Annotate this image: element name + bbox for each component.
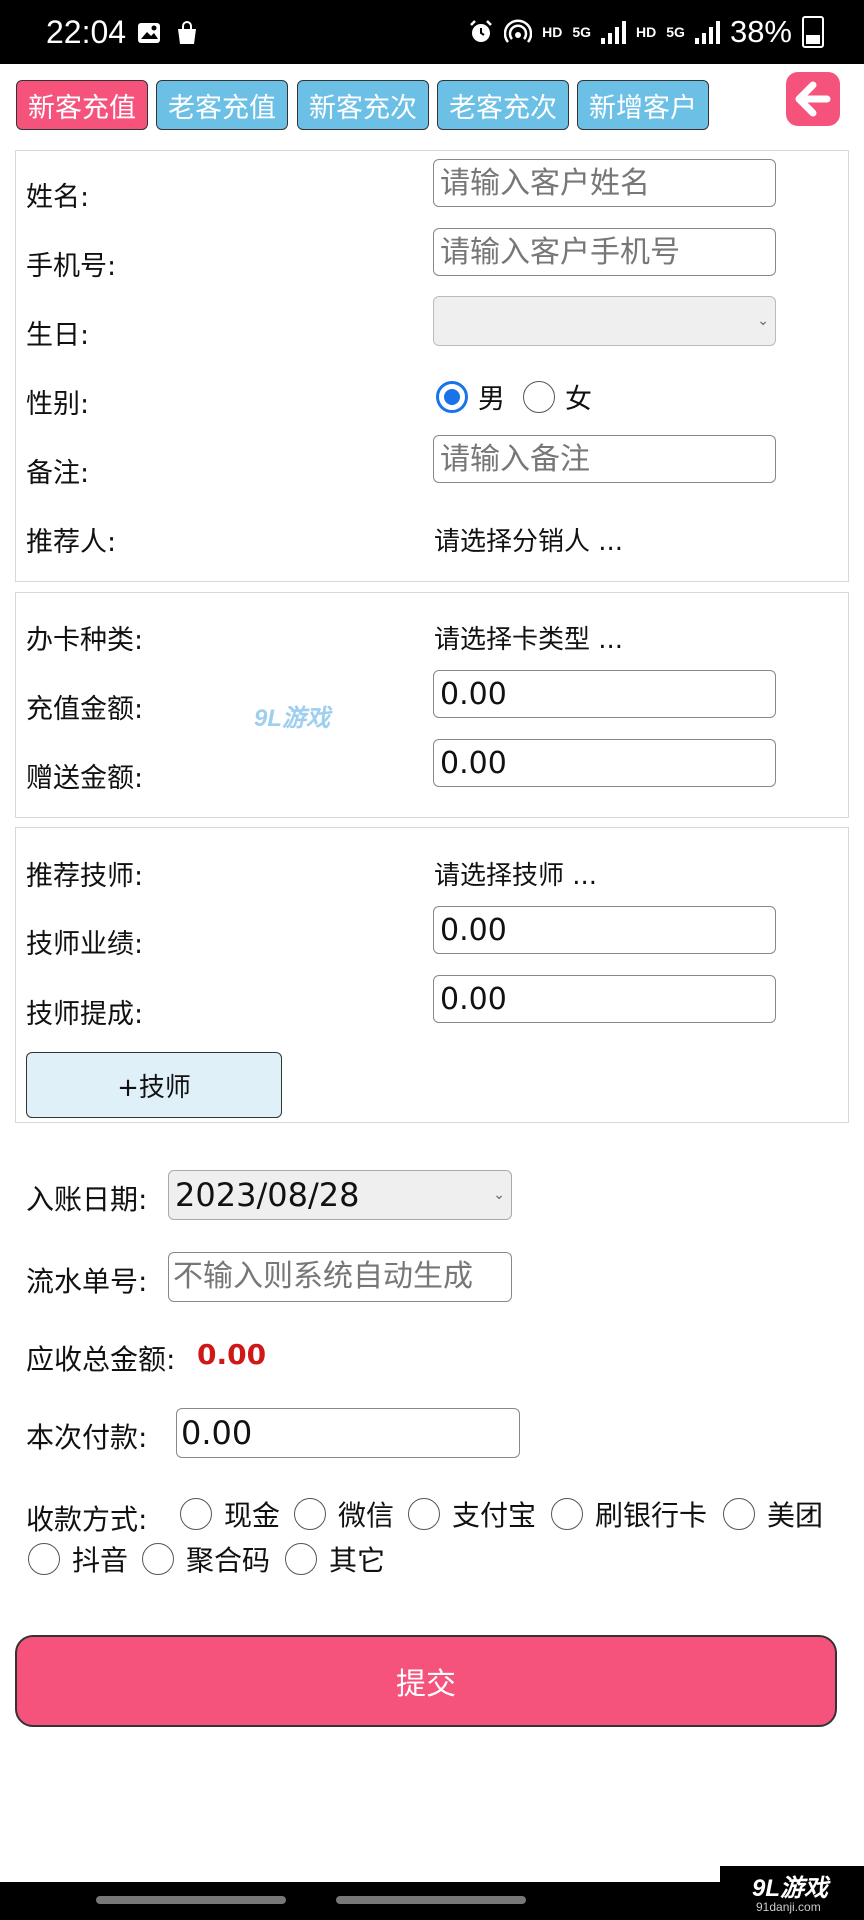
tech-commission-label: 技师提成: [26,999,144,1030]
gender-male-radio[interactable] [436,380,468,413]
tab-bar: 新客充值 老客充值 新客充次 老客充次 新增客户 [16,80,848,130]
customer-panel: 姓名: 请输入客户姓名 手机号: 请输入客户手机号 生日: ⌄ 性别: 男 女 … [15,150,849,582]
tab-new-customer-recharge[interactable]: 新客充值 [16,80,148,130]
method-option-aggregate-code[interactable]: 聚合码 [142,1539,270,1579]
total-amount: 0.00 [197,1338,267,1371]
method-douyin-radio[interactable] [28,1543,60,1575]
tab-old-customer-recharge[interactable]: 老客充值 [156,80,288,130]
method-other-label: 其它 [329,1544,386,1577]
total-label: 应收总金额: [26,1343,176,1376]
pay-input[interactable]: 0.00 [176,1408,520,1458]
recharge-input[interactable]: 0.00 [433,670,776,718]
card-type-select[interactable]: 请选择卡类型 ... [434,619,623,656]
network-type: 5G [572,24,592,40]
arrow-left-icon [795,81,831,117]
tech-select[interactable]: 请选择技师 ... [434,855,597,892]
method-wechat-label: 微信 [338,1499,395,1532]
chevron-down-icon: ⌄ [493,1187,505,1203]
battery-percent: 38% [729,14,792,49]
method-option-meituan[interactable]: 美团 [723,1494,823,1534]
network-type-2: 5G [666,24,685,40]
tech-performance-label: 技师业绩: [26,929,144,960]
signal-icon [601,20,627,44]
gift-label: 赠送金额: [26,763,144,794]
method-wechat-radio[interactable] [294,1498,326,1530]
watermark-logo: 9L游戏 [254,705,331,732]
technician-panel: 推荐技师: 请选择技师 ... 技师业绩: 0.00 技师提成: 0.00 +技… [15,827,849,1123]
method-bank-card-label: 刷银行卡 [595,1499,708,1532]
method-cash-label: 现金 [224,1499,281,1532]
date-label: 入账日期: [26,1183,148,1216]
status-bar: 22:04 HD 5G HD 5G 38% [0,0,864,64]
gift-input[interactable]: 0.00 [433,739,776,787]
method-alipay-radio[interactable] [408,1498,440,1530]
birthday-label: 生日: [26,320,90,351]
battery-icon [802,16,824,48]
remark-input[interactable]: 请输入备注 [433,435,776,483]
gender-female-radio[interactable] [523,380,555,413]
method-option-douyin[interactable]: 抖音 [28,1539,128,1579]
method-alipay-label: 支付宝 [452,1499,537,1532]
method-option-wechat[interactable]: 微信 [294,1494,394,1534]
status-time: 22:04 [46,14,127,50]
card-panel: 办卡种类: 请选择卡类型 ... 充值金额: 0.00 赠送金额: 0.00 [15,592,849,818]
method-aggregate-code-label: 聚合码 [186,1544,271,1577]
name-label: 姓名: [26,182,90,213]
method-douyin-label: 抖音 [72,1544,129,1577]
remark-label: 备注: [26,458,90,489]
referrer-label: 推荐人: [26,527,117,558]
alarm-icon [470,20,492,42]
serial-input[interactable]: 不输入则系统自动生成 [168,1252,512,1302]
tab-add-customer[interactable]: 新增客户 [577,80,709,130]
date-value: 2023/08/28 [175,1176,360,1214]
hd-indicator: HD [542,24,563,40]
card-type-label: 办卡种类: [26,625,144,656]
method-option-bank-card[interactable]: 刷银行卡 [551,1494,707,1534]
gender-group: 男 女 [436,377,592,416]
pay-label: 本次付款: [26,1421,148,1454]
nav-pill-left [96,1896,286,1904]
signal-icon-2 [694,20,720,44]
birthday-select[interactable]: ⌄ [433,296,776,346]
phone-label: 手机号: [26,251,117,282]
chevron-down-icon: ⌄ [757,313,769,329]
name-input[interactable]: 请输入客户姓名 [433,159,776,207]
method-meituan-label: 美团 [767,1499,824,1532]
status-right: HD 5G HD 5G 38% [468,14,824,50]
hotspot-icon [504,19,533,43]
method-label: 收款方式: [26,1503,148,1536]
hd-indicator-2: HD [636,24,657,40]
method-option-cash[interactable]: 现金 [180,1494,280,1534]
method-meituan-radio[interactable] [723,1498,755,1530]
gender-male-label: 男 [478,384,505,415]
recharge-label: 充值金额: [26,694,144,725]
method-option-other[interactable]: 其它 [285,1539,385,1579]
gallery-icon [138,23,160,43]
method-option-alipay[interactable]: 支付宝 [408,1494,536,1534]
watermark-corner: 9L游戏 91danji.com [720,1866,864,1920]
shopping-bag-icon [178,21,196,44]
gender-label: 性别: [26,389,90,420]
tab-new-customer-times[interactable]: 新客充次 [297,80,429,130]
phone-input[interactable]: 请输入客户手机号 [433,228,776,276]
method-aggregate-code-radio[interactable] [142,1543,174,1575]
serial-label: 流水单号: [26,1265,148,1298]
method-cash-radio[interactable] [180,1498,212,1530]
tab-old-customer-times[interactable]: 老客充次 [437,80,569,130]
method-bank-card-radio[interactable] [551,1498,583,1530]
tech-label: 推荐技师: [26,861,144,892]
add-technician-button[interactable]: +技师 [26,1052,282,1118]
back-button[interactable] [786,72,840,126]
tech-commission-input[interactable]: 0.00 [433,975,776,1023]
date-select[interactable]: 2023/08/28 ⌄ [168,1170,512,1220]
gender-female-label: 女 [565,384,592,415]
submit-button[interactable]: 提交 [15,1635,837,1727]
tech-performance-input[interactable]: 0.00 [433,906,776,954]
method-other-radio[interactable] [285,1543,317,1575]
nav-pill-center [336,1896,526,1904]
referrer-select[interactable]: 请选择分销人 ... [434,521,623,558]
